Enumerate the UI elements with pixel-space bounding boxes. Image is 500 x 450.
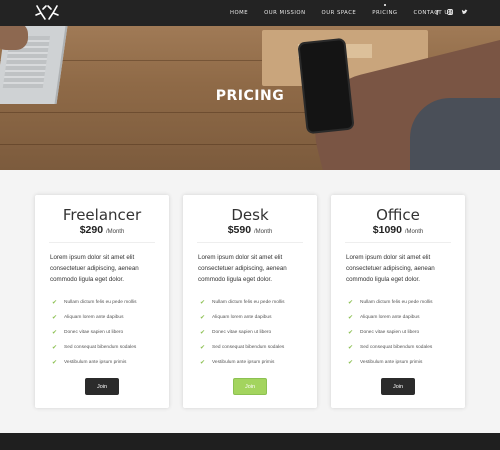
feature-item: ✔ Vestibulum ante ipsum primis	[52, 355, 137, 370]
feature-item: ✔ Nullam dictum felis eu pede mollis	[52, 295, 137, 310]
feature-item: ✔ Vestibulum ante ipsum primis	[348, 355, 433, 370]
hero-sleeve-image	[410, 98, 500, 170]
checkmark-icon: ✔	[200, 345, 206, 351]
feature-label: Donec vitae sapien ut libero	[64, 330, 124, 335]
feature-item: ✔ Vestibulum ante ipsum primis	[200, 355, 285, 370]
checkmark-icon: ✔	[200, 330, 206, 336]
plan-price-amount: $590	[227, 224, 252, 236]
page-footer	[0, 433, 500, 450]
checkmark-icon: ✔	[200, 360, 206, 366]
plan-description: Lorem ipsum dolor sit amet elit consecte…	[198, 254, 287, 283]
plan-price-period: /Month	[404, 229, 424, 235]
pricing-card-desk: Desk $590 /Month Lorem ipsum dolor sit a…	[183, 195, 317, 408]
checkmark-icon: ✔	[348, 315, 354, 321]
hero-hand-image	[0, 26, 28, 50]
checkmark-icon: ✔	[348, 345, 354, 351]
feature-label: Donec vitae sapien ut libero	[360, 330, 420, 335]
divider	[197, 242, 303, 243]
pricing-card-freelancer: Freelancer $290 /Month Lorem ipsum dolor…	[35, 195, 169, 408]
join-button[interactable]: Join	[381, 378, 415, 395]
plan-price-period: /Month	[105, 229, 125, 235]
hero-banner: PRICING	[0, 26, 500, 170]
main-nav: HOME OUR MISSION OUR SPACE PRICING CONTA…	[230, 0, 469, 26]
checkmark-icon: ✔	[52, 330, 58, 336]
nav-item-home[interactable]: HOME	[230, 10, 248, 16]
feature-item: ✔ Nullam dictum felis eu pede mollis	[200, 295, 285, 310]
feature-label: Nullam dictum felis eu pede mollis	[64, 300, 137, 305]
feature-label: Vestibulum ante ipsum primis	[64, 360, 127, 365]
plan-price: $590 /Month	[183, 224, 317, 236]
feature-item: ✔ Sed consequat bibendum sodales	[348, 340, 433, 355]
checkmark-icon: ✔	[348, 360, 354, 366]
plan-features: ✔ Nullam dictum felis eu pede mollis ✔ Ali…	[200, 295, 285, 370]
plan-price: $290 /Month	[35, 224, 169, 236]
feature-label: Aliquam lorem ante dapibus	[212, 315, 272, 320]
divider	[49, 242, 155, 243]
checkmark-icon: ✔	[200, 300, 206, 306]
plan-features: ✔ Nullam dictum felis eu pede mollis ✔ Ali…	[348, 295, 433, 370]
plan-features: ✔ Nullam dictum felis eu pede mollis ✔ Ali…	[52, 295, 137, 370]
checkmark-icon: ✔	[52, 315, 58, 321]
checkmark-icon: ✔	[52, 360, 58, 366]
feature-item: ✔ Sed consequat bibendum sodales	[200, 340, 285, 355]
pricing-card-office: Office $1090 /Month Lorem ipsum dolor si…	[331, 195, 465, 408]
plan-description: Lorem ipsum dolor sit amet elit consecte…	[346, 254, 435, 283]
join-button[interactable]: Join	[233, 378, 267, 395]
feature-item: ✔ Donec vitae sapien ut libero	[200, 325, 285, 340]
page-title: PRICING	[215, 88, 285, 104]
twitter-icon[interactable]	[461, 9, 468, 17]
feature-item: ✔ Sed consequat bibendum sodales	[52, 340, 137, 355]
feature-label: Sed consequat bibendum sodales	[212, 345, 285, 350]
feature-item: ✔ Aliquam lorem ante dapibus	[348, 310, 433, 325]
checkmark-icon: ✔	[52, 345, 58, 351]
top-navbar: HOME OUR MISSION OUR SPACE PRICING CONTA…	[0, 0, 500, 26]
nav-item-pricing[interactable]: PRICING	[372, 10, 397, 16]
nav-item-our-mission[interactable]: OUR MISSION	[264, 10, 305, 16]
nav-item-our-space[interactable]: OUR SPACE	[322, 10, 357, 16]
feature-label: Sed consequat bibendum sodales	[64, 345, 137, 350]
feature-label: Vestibulum ante ipsum primis	[212, 360, 275, 365]
instagram-icon[interactable]	[446, 9, 453, 17]
feature-label: Vestibulum ante ipsum primis	[360, 360, 423, 365]
plan-price: $1090 /Month	[331, 224, 465, 236]
plan-price-amount: $1090	[372, 224, 402, 236]
facebook-icon[interactable]: f	[436, 10, 439, 17]
divider	[345, 242, 451, 243]
checkmark-icon: ✔	[200, 315, 206, 321]
feature-label: Sed consequat bibendum sodales	[360, 345, 433, 350]
plan-name: Freelancer	[62, 206, 142, 224]
feature-item: ✔ Donec vitae sapien ut libero	[348, 325, 433, 340]
feature-label: Donec vitae sapien ut libero	[212, 330, 272, 335]
feature-label: Nullam dictum felis eu pede mollis	[212, 300, 285, 305]
checkmark-icon: ✔	[348, 300, 354, 306]
antler-logo-icon[interactable]	[34, 4, 60, 22]
feature-item: ✔ Aliquam lorem ante dapibus	[200, 310, 285, 325]
feature-item: ✔ Nullam dictum felis eu pede mollis	[348, 295, 433, 310]
feature-item: ✔ Donec vitae sapien ut libero	[52, 325, 137, 340]
feature-item: ✔ Aliquam lorem ante dapibus	[52, 310, 137, 325]
join-button[interactable]: Join	[85, 378, 119, 395]
plan-name: Office	[376, 206, 420, 224]
feature-label: Aliquam lorem ante dapibus	[360, 315, 420, 320]
plan-price-period: /Month	[253, 229, 273, 235]
plan-price-amount: $290	[79, 224, 104, 236]
hero-phone-image	[297, 37, 355, 135]
feature-label: Aliquam lorem ante dapibus	[64, 315, 124, 320]
plan-description: Lorem ipsum dolor sit amet elit consecte…	[50, 254, 139, 283]
social-links: f	[436, 0, 468, 26]
checkmark-icon: ✔	[52, 300, 58, 306]
feature-label: Nullam dictum felis eu pede mollis	[360, 300, 433, 305]
plan-name: Desk	[231, 206, 269, 224]
checkmark-icon: ✔	[348, 330, 354, 336]
